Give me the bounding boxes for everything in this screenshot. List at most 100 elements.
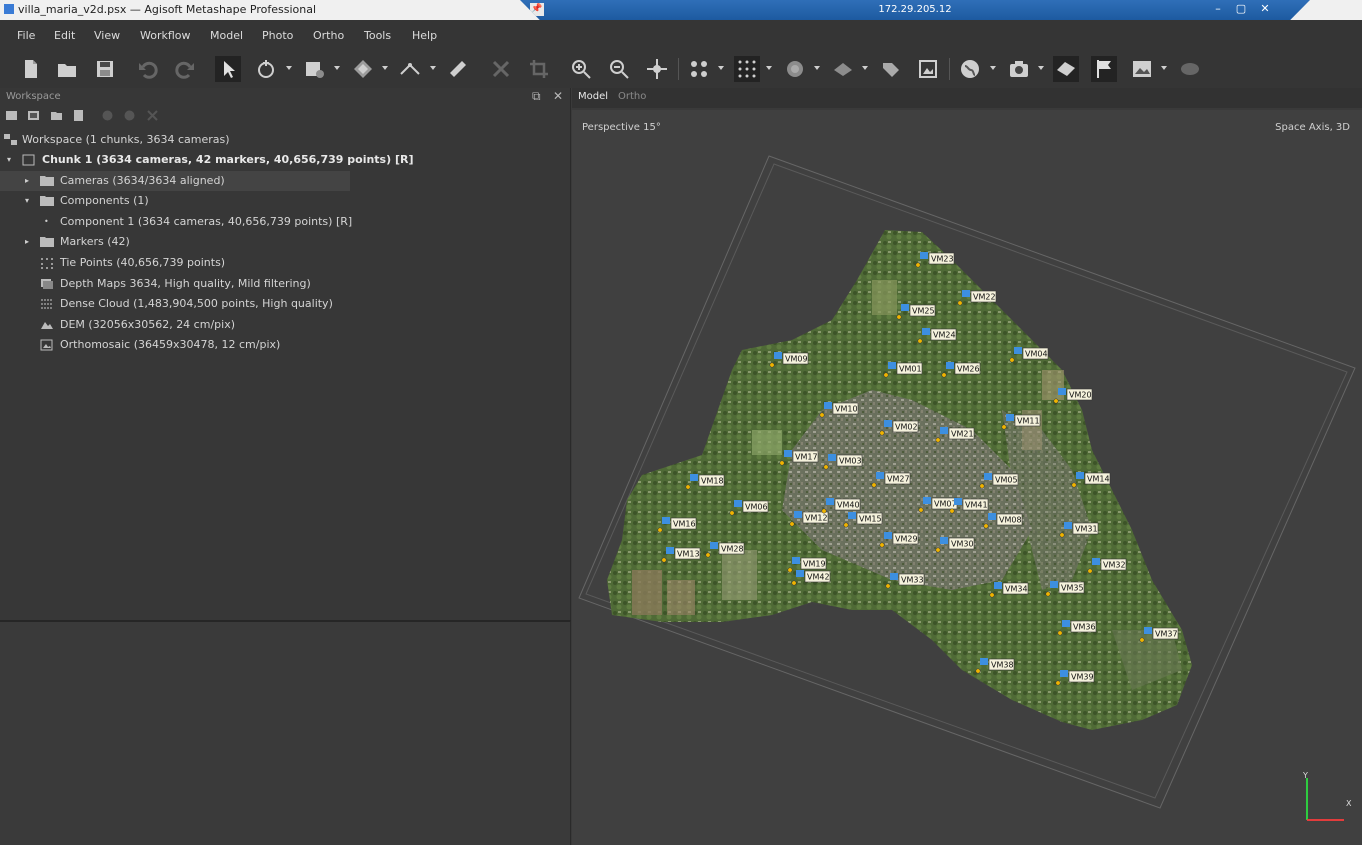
menu-file[interactable]: File — [17, 29, 35, 42]
globe-icon[interactable] — [957, 56, 983, 82]
chunk-expand-icon[interactable]: ▾ — [7, 150, 11, 170]
shaded-model-icon[interactable] — [1053, 56, 1079, 82]
menu-edit[interactable]: Edit — [54, 29, 75, 42]
marker-label: VM20 — [1069, 391, 1092, 400]
region-dropdown-chevron-icon[interactable] — [334, 66, 340, 70]
menu-model[interactable]: Model — [210, 29, 243, 42]
rotate-dropdown-chevron-icon[interactable] — [286, 66, 292, 70]
tree-item[interactable]: Tie Points (40,656,739 points) — [0, 253, 571, 273]
tree-item[interactable]: ▸ Markers (42) — [0, 232, 571, 252]
draw-dropdown-chevron-icon[interactable] — [430, 66, 436, 70]
tree-root[interactable]: Workspace (1 chunks, 3634 cameras) — [0, 130, 571, 150]
globe-dropdown-chevron-icon[interactable] — [990, 66, 996, 70]
move-dropdown-chevron-icon[interactable] — [382, 66, 388, 70]
marker-point — [883, 372, 889, 378]
tree-item[interactable]: ▸ Cameras (3634/3634 aligned) — [0, 171, 350, 191]
marker-flag-icon — [922, 328, 930, 335]
add-folder-icon[interactable] — [50, 109, 63, 122]
tree-item[interactable]: • Component 1 (3634 cameras, 40,656,739 … — [0, 212, 571, 232]
open-folder-icon[interactable] — [54, 56, 80, 82]
tree-item[interactable]: ▾ Components (1) — [0, 191, 571, 211]
menu-tools[interactable]: Tools — [364, 29, 391, 42]
marker-label: VM28 — [721, 545, 744, 554]
close-panel-icon[interactable]: ✕ — [553, 89, 563, 103]
menu-view[interactable]: View — [94, 29, 120, 42]
show-cameras-icon[interactable] — [686, 56, 712, 82]
tab-ortho[interactable]: Ortho — [618, 91, 646, 102]
menu-photo[interactable]: Photo — [262, 29, 293, 42]
move-region-icon[interactable] — [350, 56, 376, 82]
mesh-dropdown-chevron-icon[interactable] — [862, 66, 868, 70]
tree-chunk-label: Chunk 1 (3634 cameras, 42 markers, 40,65… — [42, 153, 414, 166]
marker-label: VM33 — [901, 576, 924, 585]
menu-ortho[interactable]: Ortho — [313, 29, 344, 42]
cameras-expand-icon[interactable]: ▸ — [25, 171, 29, 191]
scene-canvas: VM23 VM22 VM25 VM24 VM04 VM09 VM01 VM26 VM20 VM10… — [578, 155, 1356, 821]
3d-viewport[interactable]: Perspective 15° Space Axis, 3D VM23 VM22… — [572, 110, 1362, 845]
marker-flag-icon — [784, 450, 792, 457]
axis-gizmo: Y X — [1302, 771, 1352, 821]
tree-chunk[interactable]: ▾ Chunk 1 (3634 cameras, 42 markers, 40,… — [0, 150, 571, 170]
properties-icon[interactable] — [72, 109, 85, 122]
add-photos-icon[interactable] — [27, 109, 40, 122]
enable-icon[interactable] — [101, 109, 114, 122]
undock-icon[interactable]: ⧉ — [532, 89, 541, 104]
delete-selection-icon[interactable] — [488, 56, 514, 82]
points-dropdown-chevron-icon[interactable] — [766, 66, 772, 70]
marker-label: VM15 — [859, 515, 882, 524]
close-button[interactable]: ✕ — [1257, 2, 1273, 15]
marker-flag-icon — [954, 498, 962, 505]
ruler-icon[interactable] — [445, 56, 471, 82]
marker-label: VM40 — [837, 501, 860, 510]
rotate-object-icon[interactable] — [253, 56, 279, 82]
marker-point — [1009, 357, 1015, 363]
marker-point — [949, 508, 955, 514]
undo-icon[interactable] — [135, 56, 161, 82]
zoom-in-icon[interactable] — [568, 56, 594, 82]
marker-flag-icon — [666, 547, 674, 554]
region-select-icon[interactable] — [302, 56, 328, 82]
restore-button[interactable]: ▢ — [1233, 2, 1249, 15]
marker-flag-icon[interactable] — [1091, 56, 1117, 82]
menu-help[interactable]: Help — [412, 29, 437, 42]
image-dropdown-chevron-icon[interactable] — [1161, 66, 1167, 70]
camera-icon[interactable] — [1006, 56, 1032, 82]
draw-polyline-icon[interactable] — [397, 56, 423, 82]
layers-icon[interactable] — [1177, 56, 1203, 82]
redo-icon[interactable] — [172, 56, 198, 82]
window-title: villa_maria_v2d.psx — Agisoft Metashape … — [18, 3, 317, 16]
marker-label: VM27 — [887, 475, 910, 484]
dense-cloud-icon[interactable] — [782, 56, 808, 82]
marker-flag-icon — [890, 573, 898, 580]
save-icon[interactable] — [92, 56, 118, 82]
grid-points-icon[interactable] — [734, 56, 760, 82]
minimize-button[interactable]: – — [1210, 2, 1226, 15]
orthophoto-icon[interactable] — [915, 56, 941, 82]
dense-dropdown-chevron-icon[interactable] — [814, 66, 820, 70]
marker-point — [657, 527, 663, 533]
add-chunk-icon[interactable] — [5, 109, 18, 122]
texture-markers-icon[interactable] — [878, 56, 904, 82]
zoom-out-icon[interactable] — [606, 56, 632, 82]
marker-label: VM06 — [745, 503, 768, 512]
tree-item[interactable]: Dense Cloud (1,483,904,500 points, High … — [0, 294, 571, 314]
crop-icon[interactable] — [526, 56, 552, 82]
menu-workflow[interactable]: Workflow — [140, 29, 191, 42]
new-document-icon[interactable] — [18, 56, 44, 82]
camera-dropdown-chevron-icon[interactable] — [1038, 66, 1044, 70]
components-expand-icon[interactable]: ▾ — [25, 191, 29, 211]
navigation-pan-icon[interactable] — [644, 56, 670, 82]
image-view-icon[interactable] — [1129, 56, 1155, 82]
tab-model[interactable]: Model — [578, 91, 608, 102]
cameras-dropdown-chevron-icon[interactable] — [718, 66, 724, 70]
mesh-icon[interactable] — [830, 56, 856, 82]
remove-icon[interactable] — [146, 109, 159, 122]
select-pointer-icon[interactable] — [215, 56, 241, 82]
disable-icon[interactable] — [123, 109, 136, 122]
marker-point — [729, 510, 735, 516]
markers-expand-icon[interactable]: ▸ — [25, 232, 29, 252]
tree-item[interactable]: Depth Maps 3634, High quality, Mild filt… — [0, 274, 571, 294]
tree-item[interactable]: DEM (32056x30562, 24 cm/pix) — [0, 315, 571, 335]
tree-item[interactable]: Orthomosaic (36459x30478, 12 cm/pix) — [0, 335, 571, 355]
remote-desktop-bar: 📌 172.29.205.12 – ▢ ✕ — [520, 0, 1310, 20]
